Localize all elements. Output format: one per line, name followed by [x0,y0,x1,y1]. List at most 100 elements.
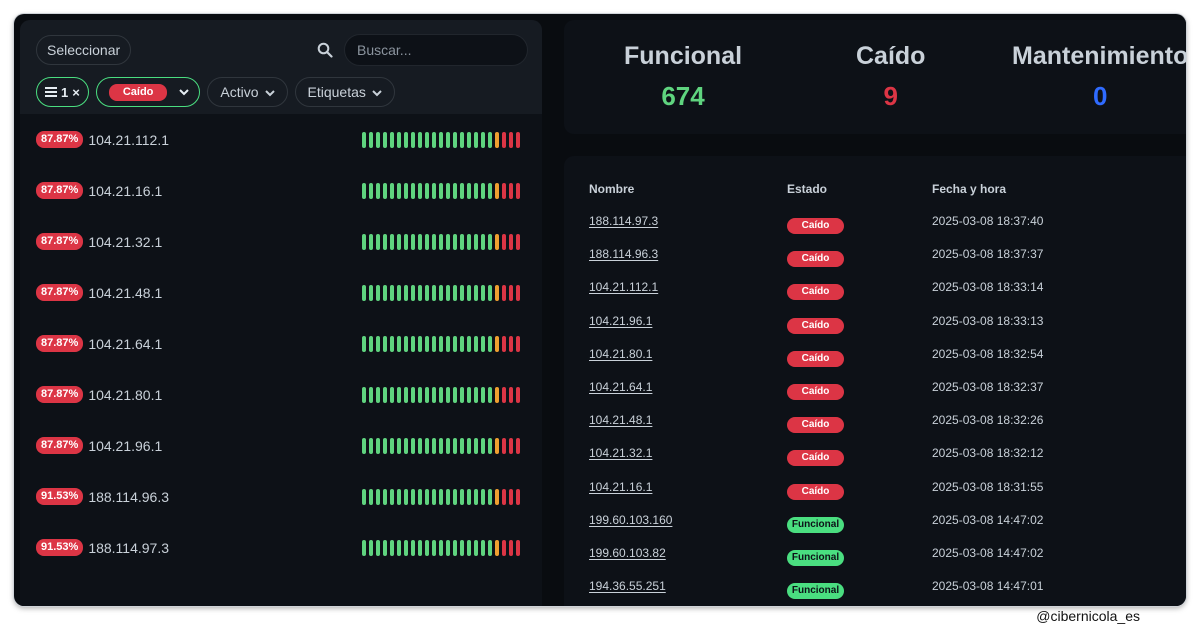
monitor-list-item[interactable]: 87.87% 104.21.64.1 [20,318,542,369]
heartbeat-beat [404,437,408,454]
heartbeat-beat [439,488,443,505]
select-button[interactable]: Seleccionar [36,35,132,65]
status-filter-dropdown[interactable]: Caído [95,77,201,107]
stat-up: Funcional 674 [624,42,742,112]
monitor-list-item[interactable]: 87.87% 104.21.80.1 [20,369,542,420]
heartbeat-beat [460,437,464,454]
heartbeat-beat [502,233,506,250]
heartbeat-beat [383,488,387,505]
monitor-link[interactable]: 104.21.16.1 [589,480,652,494]
clear-filter-icon[interactable]: × [72,85,80,100]
monitor-list-item[interactable]: 91.53% 188.114.96.3 [20,471,542,522]
datetime-cell: 2025-03-08 18:37:40 [932,214,1044,228]
heartbeat-beat [397,539,401,556]
monitor-link[interactable]: 104.21.112.1 [589,280,658,294]
heartbeat-beat [369,437,373,454]
status-badge: Caído [787,450,844,467]
heartbeat-beat [481,233,485,250]
stat-down-value: 9 [883,81,898,111]
chevron-down-icon [372,84,382,100]
heartbeat-beat [488,233,492,250]
status-cell: Caído [787,315,844,334]
status-badge: Caído [787,317,844,334]
status-cell: Funcional [787,547,844,566]
chevron-down-icon [179,83,190,101]
monitor-link[interactable]: 104.21.32.1 [589,446,652,460]
heartbeat-beat [509,437,513,454]
datetime-cell: 2025-03-08 18:32:26 [932,413,1044,428]
heartbeat-beat [488,386,492,403]
heartbeat-beat [432,386,436,403]
table-row: 104.21.48.1 Caído 2025-03-08 18:32:26 [589,413,1186,446]
heartbeat-beat [411,335,415,352]
heartbeat-bar [362,284,520,301]
monitor-link[interactable]: 194.36.55.251 [589,579,666,593]
tags-dropdown[interactable]: Etiquetas [294,77,395,107]
heartbeat-beat [425,488,429,505]
heartbeat-beat [362,386,366,403]
table-row: 104.21.112.1 Caído 2025-03-08 18:33:14 [589,280,1186,313]
heartbeat-beat [453,182,457,199]
monitor-list-item[interactable]: 91.53% 188.114.97.3 [20,522,542,573]
heartbeat-beat [425,386,429,403]
heartbeat-beat [474,335,478,352]
heartbeat-beat [495,335,499,352]
status-badge: Caído [787,218,844,234]
column-header-name: Nombre [589,182,635,196]
heartbeat-beat [369,539,373,556]
stats-panel: Funcional 674 Caído 9 Mantenimiento 0 [564,20,1186,134]
heartbeat-beat [439,182,443,199]
heartbeat-beat [376,488,380,505]
search-icon[interactable] [314,39,336,61]
heartbeat-beat [418,488,422,505]
heartbeat-beat [383,182,387,199]
heartbeat-beat [376,233,380,250]
active-dropdown[interactable]: Activo [207,77,288,107]
heartbeat-beat [439,437,443,454]
monitor-list-item[interactable]: 87.87% 104.21.32.1 [20,216,542,267]
heartbeat-beat [467,233,471,250]
monitor-link[interactable]: 104.21.80.1 [589,347,652,361]
heartbeat-beat [460,488,464,505]
monitor-list-item[interactable]: 87.87% 104.21.96.1 [20,420,542,471]
filter-count-chip[interactable]: 1 × [36,77,89,107]
heartbeat-beat [425,437,429,454]
monitor-link[interactable]: 188.114.97.3 [589,214,658,228]
heartbeat-bar [362,539,520,556]
search-input[interactable] [344,34,528,66]
heartbeat-beat [453,488,457,505]
heartbeat-beat [502,488,506,505]
monitor-list-item[interactable]: 87.87% 104.21.16.1 [20,165,542,216]
monitor-list-item[interactable]: 87.87% 104.21.48.1 [20,267,542,318]
monitor-link[interactable]: 104.21.64.1 [589,380,652,394]
monitor-link[interactable]: 104.21.96.1 [589,314,652,328]
heartbeat-beat [509,488,513,505]
heartbeat-bar [362,182,520,199]
heartbeat-beat [481,335,485,352]
monitor-link[interactable]: 188.114.96.3 [589,247,658,261]
heartbeat-beat [488,131,492,148]
heartbeat-beat [439,335,443,352]
heartbeat-beat [509,335,513,352]
heartbeat-beat [474,488,478,505]
heartbeat-beat [369,182,373,199]
heartbeat-beat [404,335,408,352]
heartbeat-beat [383,284,387,301]
heartbeat-beat [418,335,422,352]
heartbeat-beat [376,182,380,199]
chevron-down-icon [264,84,275,100]
heartbeat-beat [453,335,457,352]
monitor-link[interactable]: 199.60.103.160 [589,513,672,527]
monitor-name: 104.21.64.1 [88,335,163,352]
heartbeat-beat [411,182,415,199]
heartbeat-beat [446,437,450,454]
heartbeat-beat [453,284,457,301]
heartbeat-beat [418,182,422,199]
heartbeat-beat [390,386,394,403]
monitor-link[interactable]: 199.60.103.82 [589,546,666,560]
heartbeat-beat [502,284,506,301]
heartbeat-beat [418,284,422,301]
monitor-list-item[interactable]: 87.87% 104.21.112.1 [20,114,542,165]
heartbeat-beat [369,131,373,148]
monitor-link[interactable]: 104.21.48.1 [589,413,652,427]
